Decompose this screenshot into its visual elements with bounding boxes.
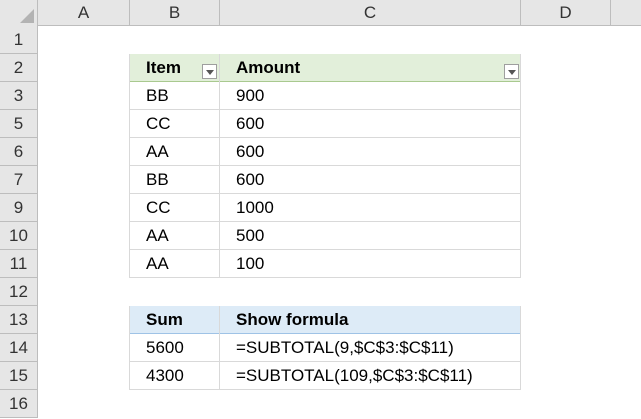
table1-column-divider xyxy=(219,54,220,278)
table2-cell-formula[interactable]: =SUBTOTAL(109,$C$3:$C$11) xyxy=(220,362,521,390)
table1-cell-amount[interactable]: 600 xyxy=(220,166,521,194)
table1-cell-item[interactable]: CC xyxy=(130,194,220,222)
row-header[interactable]: 7 xyxy=(0,166,38,194)
row-header[interactable]: 15 xyxy=(0,362,38,390)
row-header[interactable]: 5 xyxy=(0,110,38,138)
table1-cell-amount[interactable]: 500 xyxy=(220,222,521,250)
column-header-d[interactable]: D xyxy=(521,0,611,26)
row-header[interactable]: 1 xyxy=(0,26,38,54)
table1-left-border xyxy=(129,54,130,278)
row-header[interactable]: 13 xyxy=(0,306,38,334)
table2-cell-sum[interactable]: 5600 xyxy=(130,334,220,362)
row-header[interactable]: 6 xyxy=(0,138,38,166)
filter-dropdown-icon[interactable] xyxy=(202,64,217,79)
filter-dropdown-icon[interactable] xyxy=(504,64,519,79)
row-header[interactable]: 3 xyxy=(0,82,38,110)
row-header[interactable]: 10 xyxy=(0,222,38,250)
table2-header-sum[interactable]: Sum xyxy=(130,306,220,334)
table1-header-amount[interactable]: Amount xyxy=(220,54,521,82)
table1-cell-amount[interactable]: 100 xyxy=(220,250,521,278)
table1-cell-amount[interactable]: 900 xyxy=(220,82,521,110)
row-header[interactable]: 9 xyxy=(0,194,38,222)
table1-right-border xyxy=(520,54,521,278)
row-header[interactable]: 2 xyxy=(0,54,38,82)
select-all-button[interactable] xyxy=(0,0,38,26)
table1-cell-amount[interactable]: 600 xyxy=(220,110,521,138)
table1-cell-amount[interactable]: 1000 xyxy=(220,194,521,222)
table1-cell-item[interactable]: AA xyxy=(130,138,220,166)
table1-cell-item[interactable]: CC xyxy=(130,110,220,138)
spreadsheet-grid: A B C D 1 2 3 5 6 7 9 10 11 12 13 14 15 … xyxy=(0,0,641,419)
row-header[interactable]: 12 xyxy=(0,278,38,306)
table2-cell-sum[interactable]: 4300 xyxy=(130,362,220,390)
table1-cell-amount[interactable]: 600 xyxy=(220,138,521,166)
table2-left-border xyxy=(129,306,130,390)
select-all-triangle-icon xyxy=(20,9,34,23)
table1-cell-item[interactable]: BB xyxy=(130,82,220,110)
column-header-a[interactable]: A xyxy=(38,0,130,26)
column-header-c[interactable]: C xyxy=(220,0,521,26)
row-header[interactable]: 14 xyxy=(0,334,38,362)
table2-header-formula[interactable]: Show formula xyxy=(220,306,521,334)
table2-right-border xyxy=(520,306,521,390)
column-header-b[interactable]: B xyxy=(130,0,220,26)
row-header[interactable]: 11 xyxy=(0,250,38,278)
row-header[interactable]: 16 xyxy=(0,390,38,418)
table1-cell-item[interactable]: BB xyxy=(130,166,220,194)
table2-column-divider xyxy=(219,306,220,390)
table1-cell-item[interactable]: AA xyxy=(130,250,220,278)
table2-cell-formula[interactable]: =SUBTOTAL(9,$C$3:$C$11) xyxy=(220,334,521,362)
table1-cell-item[interactable]: AA xyxy=(130,222,220,250)
